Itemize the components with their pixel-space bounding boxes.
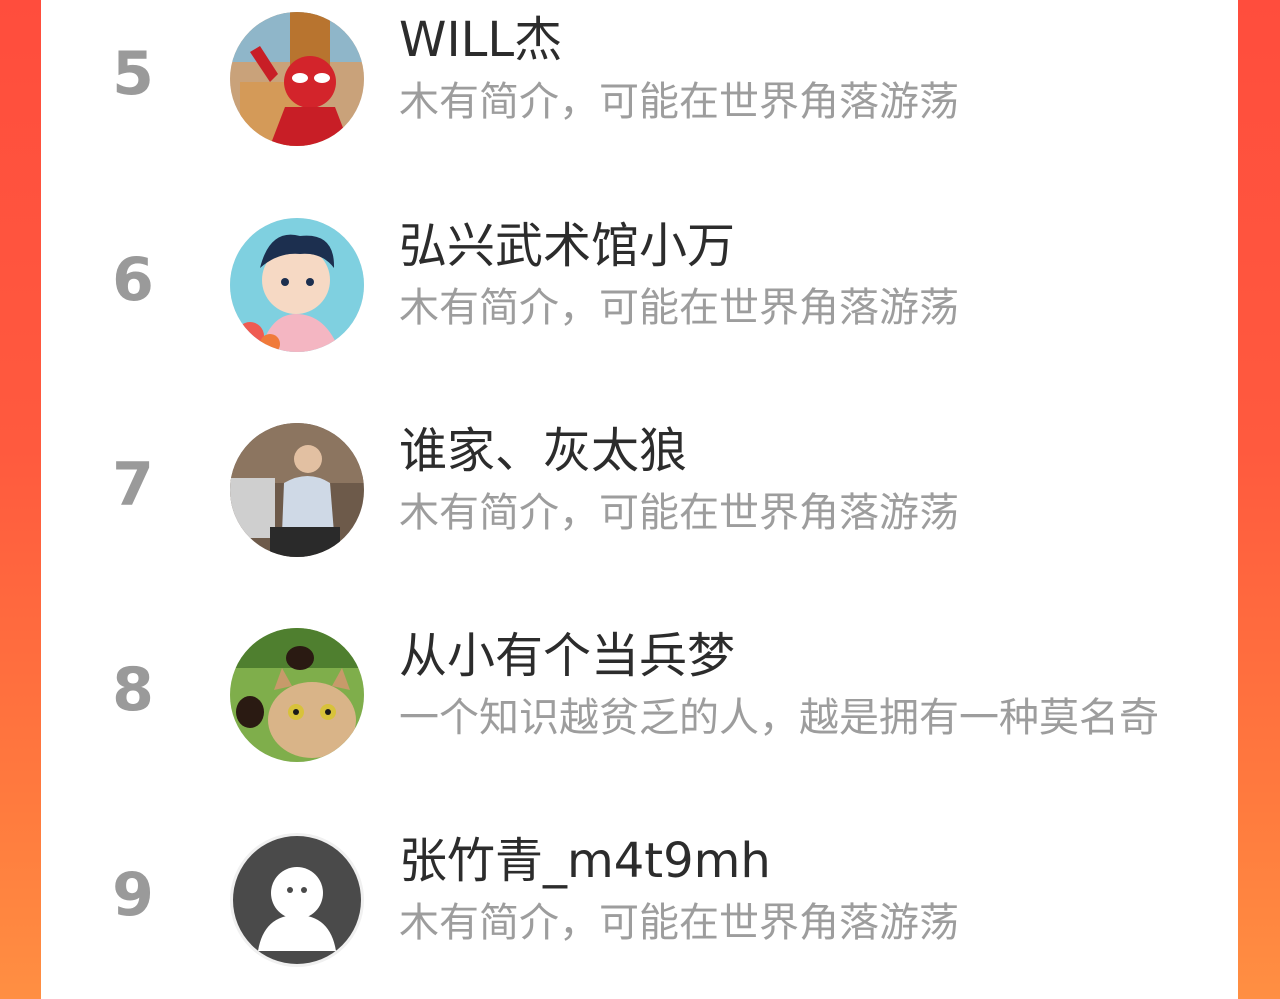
ranking-list: 5 WILL杰 木有简介，可能在世界角落游荡 6 弘兴武术馆小万 木有简介，可能… [41,0,1238,999]
default-user-avatar[interactable] [230,833,364,967]
ranking-row[interactable]: 5 WILL杰 木有简介，可能在世界角落游荡 [41,0,1238,150]
ranking-row[interactable]: 8 从小有个当兵梦 一个知识越贫乏的人，越是拥有一种莫名奇 [41,616,1238,766]
rank-number: 5 [112,39,154,109]
rank-number: 7 [112,450,154,520]
photo-man-avatar[interactable] [230,423,364,557]
user-bio: 木有简介，可能在世界角落游荡 [399,491,959,535]
anime-boy-avatar[interactable] [230,218,364,352]
user-bio: 木有简介，可能在世界角落游荡 [399,286,959,330]
spiderman-avatar[interactable] [230,12,364,146]
user-bio: 木有简介，可能在世界角落游荡 [399,901,959,945]
user-name[interactable]: 从小有个当兵梦 [399,630,735,683]
user-name[interactable]: WILL杰 [399,14,562,67]
user-name[interactable]: 弘兴武术馆小万 [399,220,735,273]
rank-number: 9 [112,860,154,930]
ranking-row[interactable]: 7 谁家、灰太狼 木有简介，可能在世界角落游荡 [41,411,1238,561]
user-name[interactable]: 谁家、灰太狼 [399,425,687,478]
user-bio: 一个知识越贫乏的人，越是拥有一种莫名奇 [399,696,1159,740]
cat-dogs-avatar[interactable] [230,628,364,762]
user-name[interactable]: 张竹青_m4t9mh [399,835,771,888]
rank-number: 8 [112,655,154,725]
ranking-row[interactable]: 6 弘兴武术馆小万 木有简介，可能在世界角落游荡 [41,206,1238,356]
ranking-row[interactable]: 9 张竹青_m4t9mh 木有简介，可能在世界角落游荡 [41,821,1238,971]
rank-number: 6 [112,245,154,315]
user-bio: 木有简介，可能在世界角落游荡 [399,80,959,124]
